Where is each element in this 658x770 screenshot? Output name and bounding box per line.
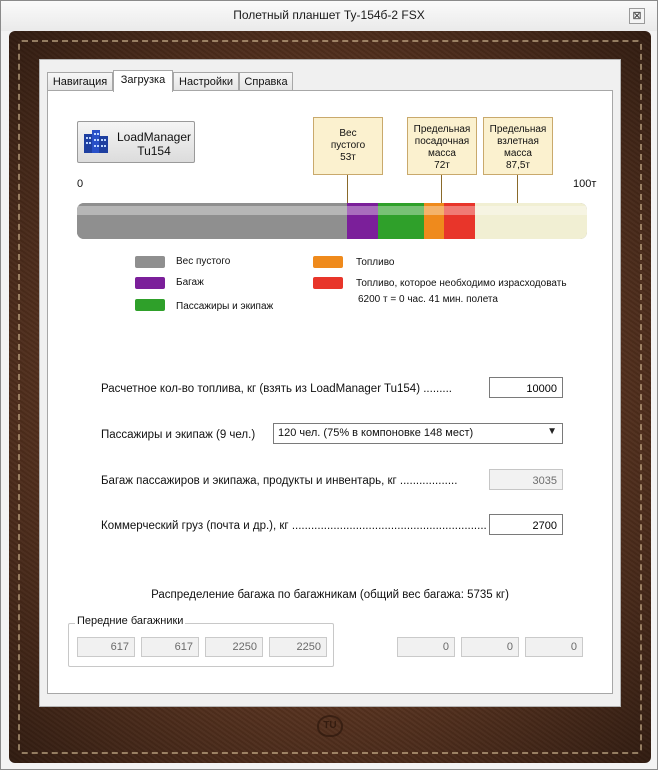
callout-takeoff-value: 87,5т xyxy=(505,160,531,171)
callout-takeoff-line1: Предельная xyxy=(489,124,547,135)
title-bar: Полетный планшет Ту-154б-2 FSX ⊠ xyxy=(1,1,657,31)
scale-max-label: 100т xyxy=(573,178,597,190)
front-hold-2: 617 xyxy=(141,637,199,657)
rear-hold-2: 0 xyxy=(461,637,519,657)
callout-landing-mass: Предельная посадочная масса 72т xyxy=(407,117,477,175)
scale-min-label: 0 xyxy=(77,178,84,190)
passengers-selected-value: 120 чел. (75% в компоновке 148 мест) xyxy=(278,427,474,439)
tab-loading[interactable]: Загрузка xyxy=(113,70,173,92)
callout-landing-line1: Предельная xyxy=(413,124,471,135)
callout-empty-line1: Вес xyxy=(339,128,357,139)
app-window: Полетный планшет Ту-154б-2 FSX ⊠ TU Нави… xyxy=(0,0,658,770)
load-segment-baggage xyxy=(347,203,378,239)
cargo-label: Коммерческий груз (почта и др.), кг ....… xyxy=(101,520,487,532)
callout-landing-line2: посадочная xyxy=(414,136,470,147)
legend-fuel-burn-label: Топливо, которое необходимо израсходоват… xyxy=(356,278,567,289)
load-segment-passengers xyxy=(377,203,424,239)
legend-fuel-burn-swatch xyxy=(313,277,343,289)
callout-empty-value: 53т xyxy=(340,152,356,163)
load-segment-free xyxy=(474,203,587,239)
loadmanager-label-1: LoadManager xyxy=(116,130,192,144)
legend-baggage-swatch xyxy=(135,277,165,289)
legend-fuel-label: Топливо xyxy=(356,257,395,268)
callout-landing-value: 72т xyxy=(434,160,450,171)
front-hold-3: 2250 xyxy=(205,637,263,657)
tab-help[interactable]: Справка xyxy=(239,72,293,91)
distribution-title: Распределение багажа по багажникам (общи… xyxy=(151,589,509,601)
front-hold-4: 2250 xyxy=(269,637,327,657)
baggage-label: Багаж пассажиров и экипажа, продукты и и… xyxy=(101,475,458,487)
emblem-icon: TU xyxy=(317,715,343,737)
callout-takeoff-line3: масса xyxy=(504,148,532,159)
callout-landing-line3: масса xyxy=(428,148,456,159)
callout-takeoff-mass: Предельная взлетная масса 87,5т xyxy=(483,117,553,175)
fuel-input[interactable] xyxy=(489,377,563,398)
callout-empty-weight: Вес пустого 53т xyxy=(313,117,383,175)
callout-empty-line2: пустого xyxy=(330,140,366,151)
window-title: Полетный планшет Ту-154б-2 FSX xyxy=(233,8,425,22)
load-segment-fuel-burned xyxy=(444,203,475,239)
chevron-down-icon: ▼ xyxy=(547,426,557,437)
front-holds-label: Передние багажники xyxy=(75,615,186,627)
load-bar xyxy=(77,203,587,239)
loadmanager-button[interactable]: LoadManager Tu154 xyxy=(77,121,195,163)
cargo-input[interactable] xyxy=(489,514,563,535)
front-hold-1: 617 xyxy=(77,637,135,657)
legend-passengers-label: Пассажиры и экипаж xyxy=(176,301,274,312)
legend-empty-swatch xyxy=(135,256,165,268)
loadmanager-label-2: Tu154 xyxy=(137,144,171,158)
passengers-label: Пассажиры и экипаж (9 чел.) xyxy=(101,429,256,441)
legend-fuel-burn-note: 6200 т = 0 час. 41 мин. полета xyxy=(358,294,498,305)
load-segment-fuel xyxy=(423,203,445,239)
rear-hold-3: 0 xyxy=(525,637,583,657)
rear-hold-1: 0 xyxy=(397,637,455,657)
passengers-select[interactable]: 120 чел. (75% в компоновке 148 мест) ▼ xyxy=(273,423,563,444)
legend-passengers-swatch xyxy=(135,299,165,311)
tab-navigation[interactable]: Навигация xyxy=(47,72,113,91)
callout-takeoff-line2: взлетная xyxy=(497,136,539,147)
fuel-label: Расчетное кол-во топлива, кг (взять из L… xyxy=(101,383,452,395)
close-button[interactable]: ⊠ xyxy=(629,8,645,24)
legend-empty-label: Вес пустого xyxy=(176,256,231,267)
load-segment-empty-weight xyxy=(77,203,348,239)
legend-fuel-swatch xyxy=(313,256,343,268)
tab-settings[interactable]: Настройки xyxy=(173,72,239,91)
building-icon xyxy=(84,130,108,153)
legend-baggage-label: Багаж xyxy=(176,277,204,288)
baggage-input xyxy=(489,469,563,490)
